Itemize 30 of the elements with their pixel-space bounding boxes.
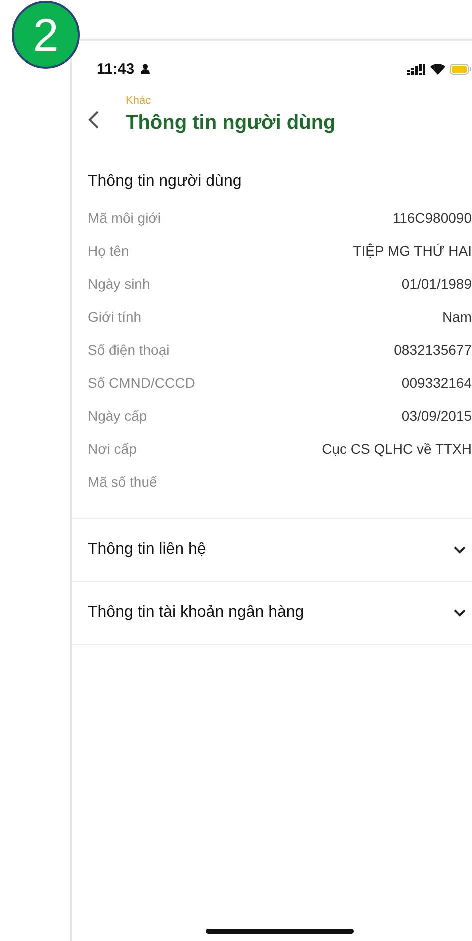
field-value: 116C980090: [392, 210, 472, 226]
back-icon[interactable]: [88, 110, 100, 130]
field-value: 0832135677: [394, 342, 472, 358]
field-label: Ngày cấp: [88, 408, 148, 424]
field-label: Nơi cấp: [88, 440, 137, 456]
signal-icon: [407, 64, 426, 74]
field-value: Cục CS QLHC về TTXH: [322, 440, 472, 456]
field-value: Nam: [442, 308, 472, 324]
accordion-header[interactable]: Thông tin tài khoản ngân hàng: [72, 582, 472, 645]
field-value: 01/01/1989: [402, 276, 472, 292]
person-icon: [140, 64, 150, 74]
field-label: Số điện thoại: [88, 342, 170, 358]
status-time: 11:43: [97, 60, 135, 78]
section-title: Thông tin người dùng: [88, 173, 243, 191]
field-label: Mã số thuế: [88, 474, 158, 490]
field-value: 009332164: [402, 374, 472, 390]
field-label: Giới tính: [88, 308, 142, 324]
field-label: Mã môi giới: [88, 210, 161, 226]
field-label: Họ tên: [88, 242, 130, 258]
page-title: Thông tin người dùng: [126, 112, 336, 135]
accordion-header[interactable]: Thông tin liên hệ: [72, 519, 472, 582]
chevron-icon: [454, 609, 466, 617]
wifi-icon: [430, 63, 446, 75]
battery-icon: [450, 64, 472, 74]
step-number-badge: 2: [12, 1, 80, 69]
field-label: Số CMND/CCCD: [88, 374, 196, 390]
field-value: 03/09/2015: [402, 408, 472, 424]
field-label: Ngày sinh: [88, 276, 150, 292]
chevron-icon: [454, 546, 466, 554]
field-value: TIỆP MG THỨ HAI: [353, 242, 472, 258]
